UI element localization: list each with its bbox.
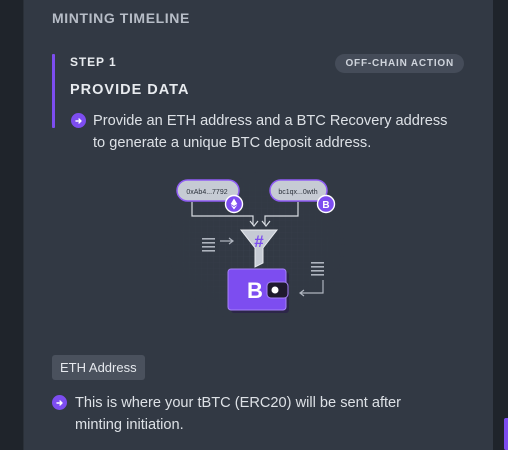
step-label: STEP 1 [70, 55, 117, 69]
scroll-accent[interactable] [504, 418, 508, 450]
eth-address-field-label: ETH Address [52, 355, 145, 380]
step-description-text: Provide an ETH address and a BTC Recover… [93, 113, 448, 151]
wallet-btc-symbol: B [247, 278, 263, 303]
eth-address-description-text: This is where your tBTC (ERC20) will be … [75, 395, 402, 433]
svg-text:#: # [254, 232, 264, 251]
eth-address-preview: 0xAb4...7792 [186, 189, 227, 196]
svg-text:B: B [322, 200, 329, 211]
section-title: MINTING TIMELINE [52, 10, 190, 26]
wallet-icon: B [227, 268, 289, 313]
page: MINTING TIMELINE STEP 1 PROVIDE DATA OFF… [0, 0, 508, 450]
step-title: PROVIDE DATA [70, 82, 190, 98]
minting-illustration: 0xAb4...7792 bc1qx...0wth B # B [165, 172, 345, 322]
eth-address-description: This is where your tBTC (ERC20) will be … [52, 392, 462, 436]
arrow-right-circle-icon [71, 113, 86, 128]
step-accent-bar [52, 54, 55, 128]
off-chain-badge: OFF-CHAIN ACTION [335, 54, 464, 73]
btc-address-preview: bc1qx...0wth [278, 189, 317, 196]
arrow-right-circle-icon [52, 395, 67, 410]
step-description: Provide an ETH address and a BTC Recover… [71, 110, 461, 154]
